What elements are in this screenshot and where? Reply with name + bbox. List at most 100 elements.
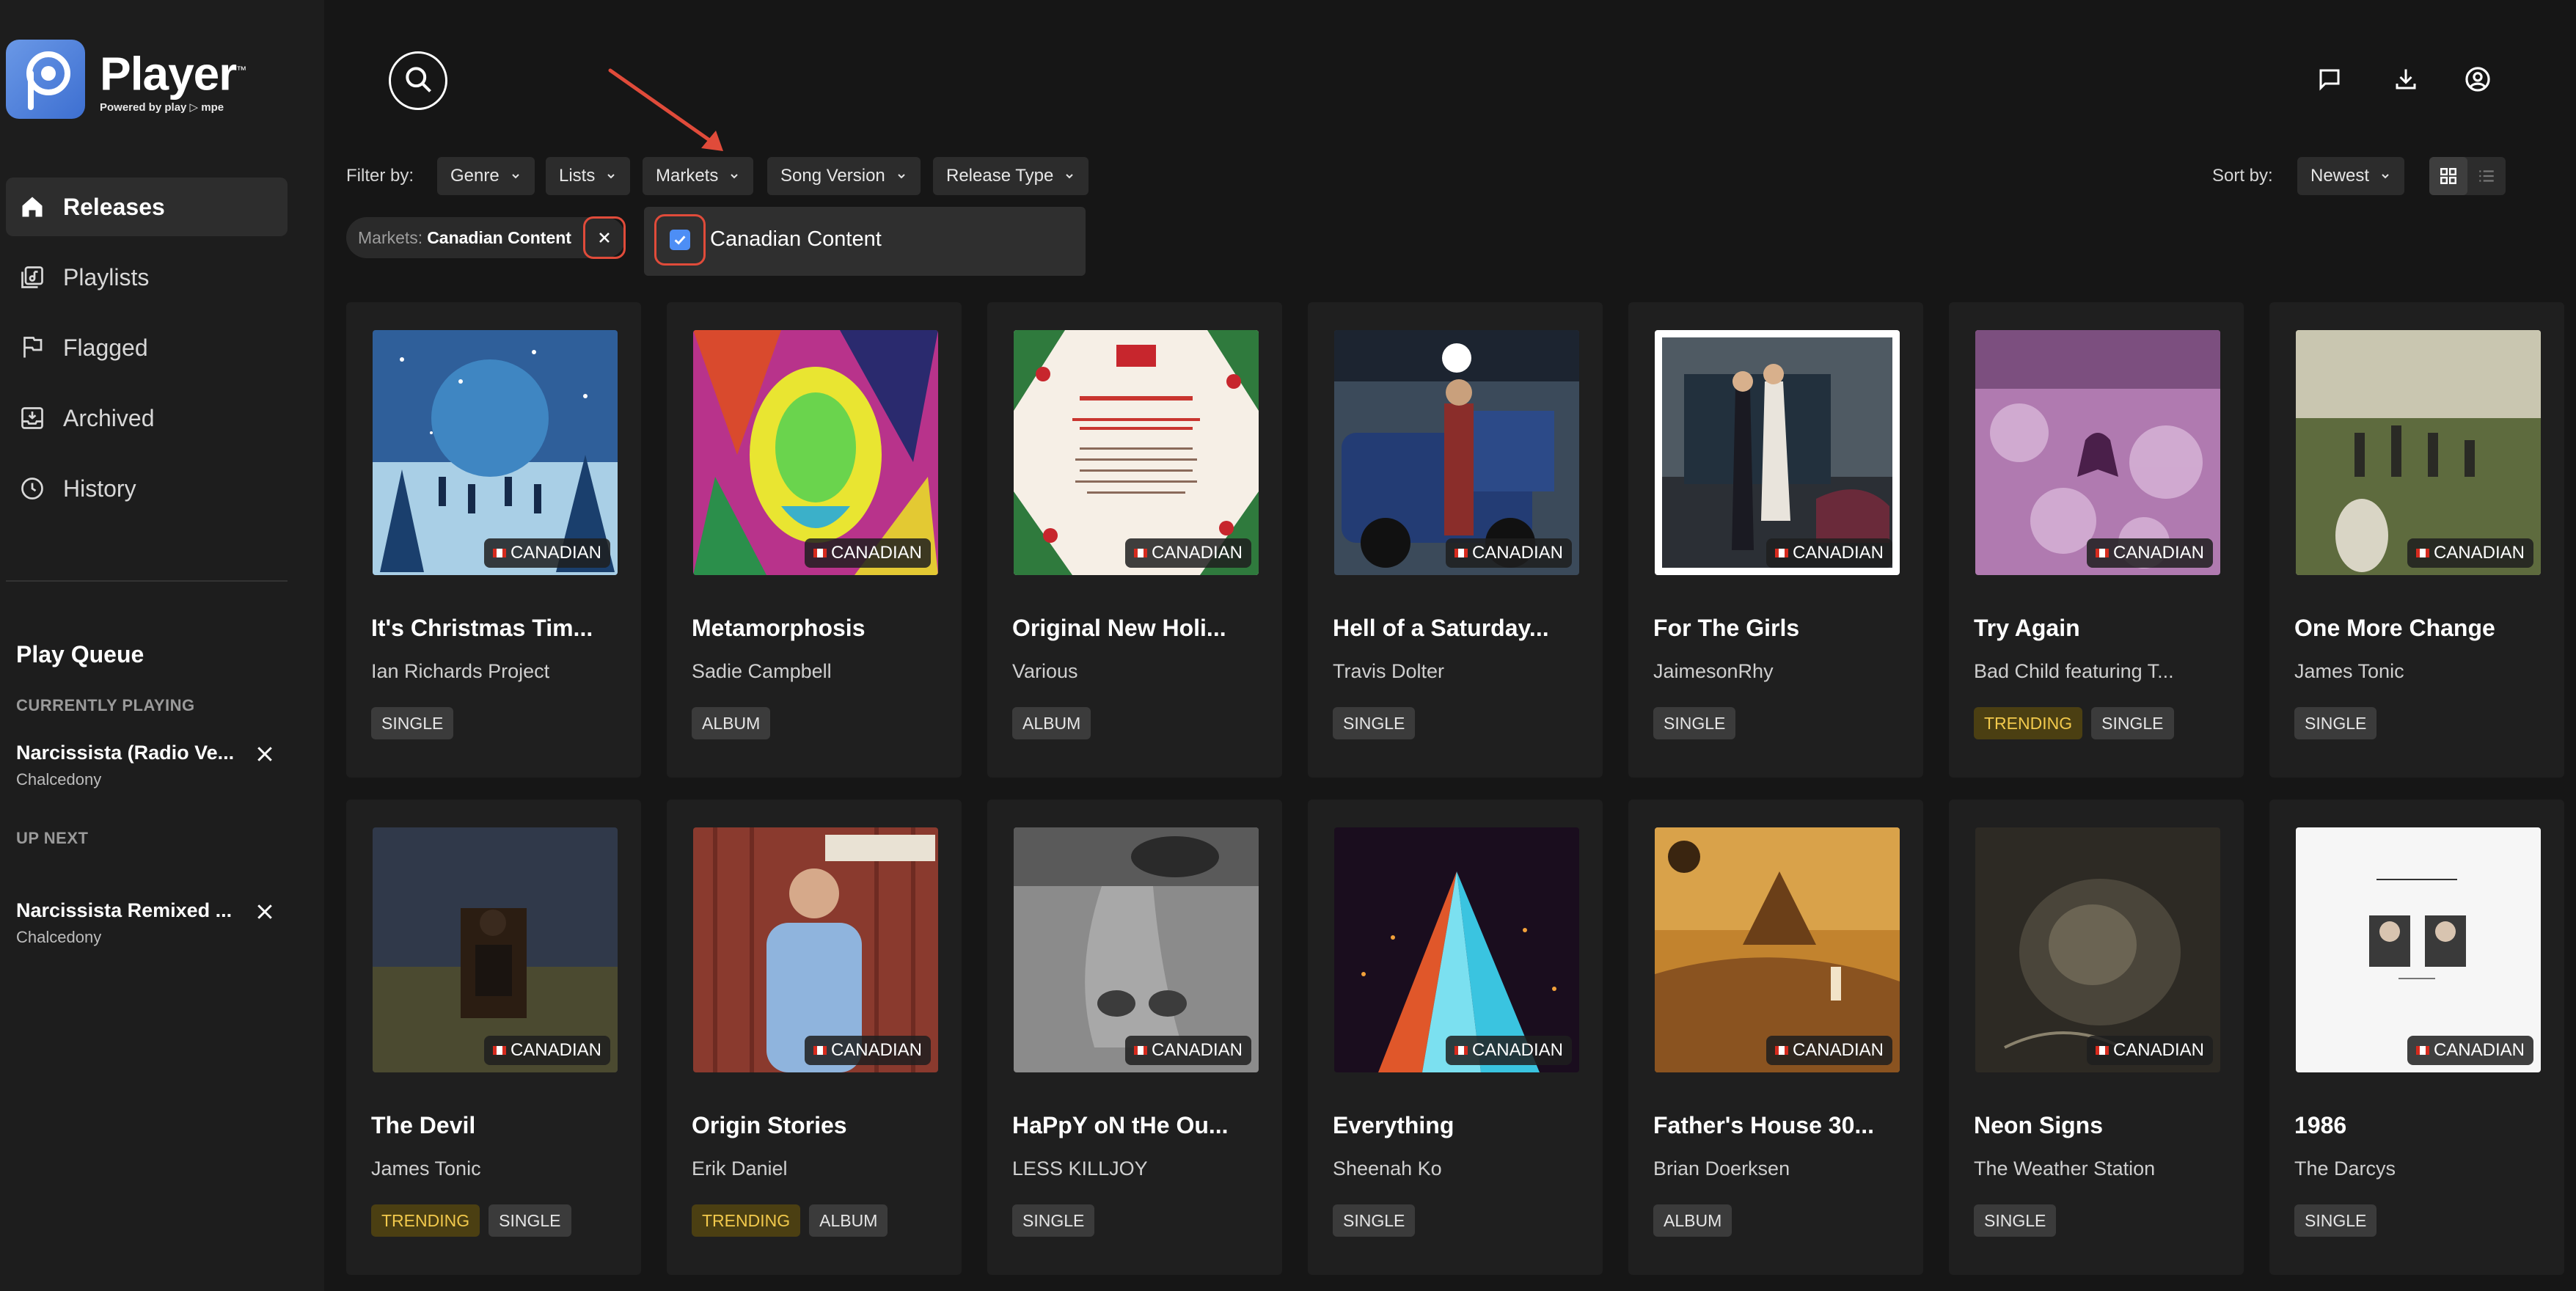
release-title: Metamorphosis [692,615,866,641]
search-button[interactable] [389,51,447,110]
release-artist: The Darcys [2294,1157,2396,1180]
dropdown-label: Song Version [780,166,885,186]
canadian-badge: CANADIAN [1445,1036,1572,1065]
queue-item-title: Narcissista (Radio Ve... [16,742,235,764]
album-cover: CANADIAN [2296,827,2541,1072]
release-artist: LESS KILLJOY [1012,1157,1148,1180]
release-tags: TRENDING SINGLE [1974,707,2183,739]
chevron-down-icon [731,174,739,179]
account-icon[interactable] [2463,65,2492,94]
queue-item-title: Narcissista Remixed ... [16,899,233,921]
album-cover: CANADIAN [1334,330,1579,575]
checkbox-checked [670,230,690,250]
playlist-icon [16,261,48,293]
flag-icon [16,332,48,364]
chevron-down-icon [1066,174,1074,179]
close-icon[interactable] [254,743,276,765]
chevron-down-icon [898,174,905,179]
release-card[interactable]: CANADIAN 1986 The Darcys SINGLE [2269,800,2564,1275]
album-cover: CANADIAN [1334,827,1579,1072]
grid-icon [2440,168,2456,184]
powered-by: Powered by play ▷ mpe [100,100,224,114]
release-title: One More Change [2294,615,2495,641]
sidebar-item-label: Flagged [63,334,148,361]
download-icon[interactable] [2391,65,2421,94]
release-card[interactable]: CANADIAN Origin Stories Erik Daniel TREN… [667,800,962,1275]
release-card[interactable]: CANADIAN HaPpY oN tHe Ou... LESS KILLJOY… [987,800,1282,1275]
lists-dropdown[interactable]: Lists [546,157,631,195]
message-icon[interactable] [2315,65,2344,94]
sidebar-nav: Releases Playlists Flagged Archived Hist… [6,178,288,530]
sidebar-item-label: Playlists [63,263,150,290]
release-card[interactable]: CANADIAN For The Girls JaimesonRhy SINGL… [1628,302,1923,778]
release-tags: SINGLE [1333,707,1424,739]
release-card[interactable]: CANADIAN Everything Sheenah Ko SINGLE [1308,800,1603,1275]
archive-icon [16,402,48,434]
canada-flag-icon [1133,1046,1147,1055]
release-title: For The Girls [1653,615,1800,641]
release-card[interactable]: CANADIAN Try Again Bad Child featuring T… [1949,302,2244,778]
grid-view-button[interactable] [2429,157,2467,195]
album-cover: CANADIAN [1014,827,1259,1072]
canadian-badge: CANADIAN [2086,1036,2213,1065]
release-artist: Travis Dolter [1333,660,1445,682]
markets-menu: Canadian Content [644,207,1086,276]
release-card[interactable]: CANADIAN Original New Holi... Various AL… [987,302,1282,778]
release-title: Original New Holi... [1012,615,1226,641]
search-icon [402,63,434,99]
list-view-button[interactable] [2467,157,2506,195]
release-card[interactable]: CANADIAN It's Christmas Tim... Ian Richa… [346,302,641,778]
release-card[interactable]: CANADIAN The Devil James Tonic TRENDING S… [346,800,641,1275]
canadian-badge: CANADIAN [2407,538,2533,568]
sidebar-item-archived[interactable]: Archived [6,389,288,447]
album-cover: CANADIAN [1014,330,1259,575]
tag: ALBUM [1012,707,1091,739]
release-tags: ALBUM [692,707,779,739]
menu-option-label[interactable]: Canadian Content [710,227,882,252]
sidebar-item-releases[interactable]: Releases [6,178,288,236]
release-card[interactable]: CANADIAN Metamorphosis Sadie Campbell AL… [667,302,962,778]
album-cover: CANADIAN [373,827,618,1072]
release-title: Try Again [1974,615,2080,641]
app-logo[interactable]: Player™ Powered by play ▷ mpe [6,40,246,119]
release-card[interactable]: CANADIAN Neon Signs The Weather Station … [1949,800,2244,1275]
sidebar-item-playlists[interactable]: Playlists [6,248,288,307]
album-cover: CANADIAN [2296,330,2541,575]
player-logo-icon [6,40,85,119]
song-version-dropdown[interactable]: Song Version [767,157,921,195]
canada-flag-icon [492,549,506,557]
trending-tag: TRENDING [371,1204,480,1237]
remove-filter-button[interactable] [582,216,626,259]
tag: SINGLE [1974,1204,2057,1237]
canada-flag-icon [1133,549,1147,557]
close-icon[interactable] [254,901,276,923]
close-icon [599,233,610,243]
genre-dropdown[interactable]: Genre [437,157,535,195]
release-title: Origin Stories [692,1112,847,1138]
release-tags: SINGLE [1653,707,1744,739]
release-artist: Various [1012,660,1078,682]
queue-item-next[interactable]: Narcissista Remixed ... Chalcedony [16,899,288,947]
release-artist: JaimesonRhy [1653,660,1774,682]
releases-grid: CANADIAN It's Christmas Tim... Ian Richa… [346,302,2576,1291]
release-card[interactable]: CANADIAN One More Change James Tonic SIN… [2269,302,2564,778]
tag: ALBUM [692,707,771,739]
release-card[interactable]: CANADIAN Father's House 30... Brian Doer… [1628,800,1923,1275]
canadian-content-checkbox[interactable] [654,214,706,266]
sidebar-item-flagged[interactable]: Flagged [6,318,288,377]
clock-icon [16,472,48,505]
markets-dropdown[interactable]: Markets [643,157,754,195]
sort-dropdown[interactable]: Newest [2297,157,2405,195]
dropdown-label: Markets [656,166,719,186]
release-card[interactable]: CANADIAN Hell of a Saturday... Travis Do… [1308,302,1603,778]
canadian-badge: CANADIAN [2086,538,2213,568]
sidebar-item-history[interactable]: History [6,459,288,518]
release-type-dropdown[interactable]: Release Type [933,157,1089,195]
check-icon [674,235,686,245]
canada-flag-icon [492,1046,506,1055]
canadian-badge: CANADIAN [804,1036,931,1065]
canada-flag-icon [2095,1046,2109,1055]
queue-item-current[interactable]: Narcissista (Radio Ve... Chalcedony [16,742,288,789]
app-title: Player™ [100,47,246,100]
canada-flag-icon [2415,549,2429,557]
